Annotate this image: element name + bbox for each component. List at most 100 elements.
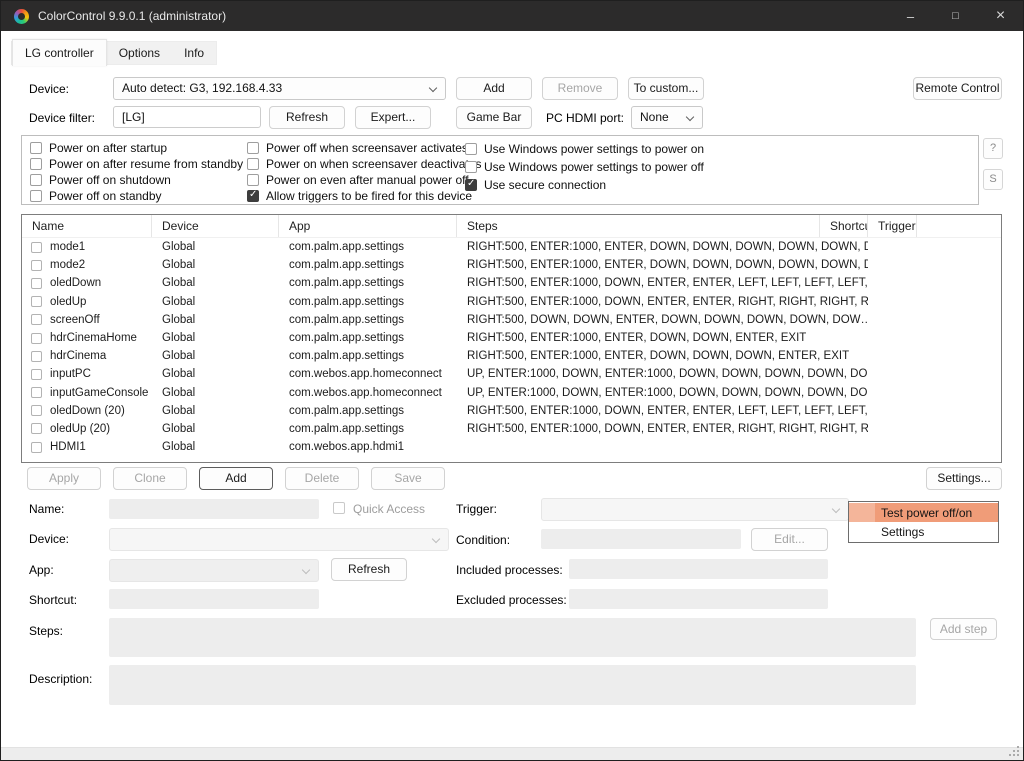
checkbox-label: Use secure connection bbox=[484, 178, 606, 192]
quick-access-checkbox[interactable] bbox=[333, 502, 345, 514]
expert-button[interactable]: Expert... bbox=[355, 106, 431, 129]
steps-textarea[interactable] bbox=[109, 618, 916, 657]
add-preset-button[interactable]: Add bbox=[199, 467, 273, 490]
minimize-button[interactable]: – bbox=[888, 1, 933, 31]
remove-device-button[interactable]: Remove bbox=[542, 77, 618, 100]
checkbox-unchecked[interactable] bbox=[465, 161, 477, 173]
edit-condition-button[interactable]: Edit... bbox=[751, 528, 828, 551]
table-row[interactable]: hdrCinemaHomeGlobalcom.palm.app.settings… bbox=[22, 329, 1001, 347]
refresh-apps-button[interactable]: Refresh bbox=[331, 558, 407, 581]
cell-device: Global bbox=[152, 405, 279, 417]
add-step-button[interactable]: Add step bbox=[930, 618, 997, 640]
table-row[interactable]: inputGameConsoleGlobalcom.webos.app.home… bbox=[22, 384, 1001, 402]
row-checkbox[interactable] bbox=[31, 405, 42, 416]
resize-grip-icon[interactable] bbox=[1017, 754, 1019, 756]
pc-hdmi-port-select[interactable]: None bbox=[631, 106, 703, 129]
checkbox-unchecked[interactable] bbox=[465, 143, 477, 155]
header-trigger[interactable]: Trigger bbox=[868, 215, 917, 237]
table-row[interactable]: mode2Globalcom.palm.app.settingsRIGHT:50… bbox=[22, 256, 1001, 274]
cell-device: Global bbox=[152, 350, 279, 362]
cell-steps: RIGHT:500, ENTER:1000, DOWN, ENTER, ENTE… bbox=[457, 423, 868, 435]
game-bar-button[interactable]: Game Bar bbox=[456, 106, 532, 129]
help-button[interactable]: ? bbox=[983, 138, 1003, 159]
to-custom-button[interactable]: To custom... bbox=[628, 77, 704, 100]
checkbox-unchecked[interactable] bbox=[30, 190, 42, 202]
name-input[interactable] bbox=[109, 499, 319, 519]
header-app[interactable]: App bbox=[279, 215, 457, 237]
row-checkbox[interactable] bbox=[31, 351, 42, 362]
row-checkbox[interactable] bbox=[31, 260, 42, 271]
menu-item[interactable]: Settings bbox=[849, 522, 998, 541]
table-row[interactable]: inputPCGlobalcom.webos.app.homeconnectUP… bbox=[22, 365, 1001, 383]
action-buttons: Apply Clone Add Delete Save bbox=[27, 467, 445, 490]
checkbox-unchecked[interactable] bbox=[247, 142, 259, 154]
row-checkbox[interactable] bbox=[31, 278, 42, 289]
form-device-select[interactable] bbox=[109, 528, 449, 551]
row-checkbox[interactable] bbox=[31, 423, 42, 434]
power-option: Power on even after manual power off bbox=[247, 173, 465, 187]
checkbox-checked[interactable] bbox=[465, 179, 477, 191]
clone-preset-button[interactable]: Clone bbox=[113, 467, 187, 490]
tab-options[interactable]: Options bbox=[107, 42, 172, 64]
shortcut-input[interactable] bbox=[109, 589, 319, 609]
menu-item-label: Test power off/on bbox=[875, 506, 972, 520]
power-option: Use secure connection bbox=[465, 177, 865, 193]
cell-app: com.palm.app.settings bbox=[279, 350, 457, 362]
trigger-select[interactable] bbox=[541, 498, 849, 521]
row-checkbox[interactable] bbox=[31, 442, 42, 453]
app-select[interactable] bbox=[109, 559, 319, 582]
header-device[interactable]: Device bbox=[152, 215, 279, 237]
power-option: Use Windows power settings to power off bbox=[465, 159, 865, 175]
table-row[interactable]: oledDown (20)Globalcom.palm.app.settings… bbox=[22, 402, 1001, 420]
header-steps[interactable]: Steps bbox=[457, 215, 820, 237]
row-checkbox[interactable] bbox=[31, 333, 42, 344]
cell-device: Global bbox=[152, 277, 279, 289]
s-button[interactable]: S bbox=[983, 169, 1003, 190]
included-processes-input[interactable] bbox=[569, 559, 828, 579]
description-textarea[interactable] bbox=[109, 665, 916, 705]
checkbox-unchecked[interactable] bbox=[30, 142, 42, 154]
row-checkbox[interactable] bbox=[31, 242, 42, 253]
cell-steps: UP, ENTER:1000, DOWN, ENTER:1000, DOWN, … bbox=[457, 387, 868, 399]
power-option: Allow triggers to be fired for this devi… bbox=[247, 189, 465, 203]
row-checkbox[interactable] bbox=[31, 369, 42, 380]
tab-info[interactable]: Info bbox=[172, 42, 216, 64]
delete-preset-button[interactable]: Delete bbox=[285, 467, 359, 490]
device-select[interactable]: Auto detect: G3, 192.168.4.33 bbox=[113, 77, 446, 100]
table-row[interactable]: oledUp (20)Globalcom.palm.app.settingsRI… bbox=[22, 420, 1001, 438]
header-shortcut[interactable]: Shortcut bbox=[820, 215, 868, 237]
device-filter-input[interactable]: [LG] bbox=[113, 106, 261, 128]
table-row[interactable]: oledUpGlobalcom.palm.app.settingsRIGHT:5… bbox=[22, 293, 1001, 311]
table-row[interactable]: HDMI1Globalcom.webos.app.hdmi1 bbox=[22, 438, 1001, 456]
excluded-processes-input[interactable] bbox=[569, 589, 828, 609]
tab-lg-controller[interactable]: LG controller bbox=[12, 39, 107, 66]
context-menu: Test power off/on Settings bbox=[848, 501, 999, 543]
cell-name: oledUp (20) bbox=[22, 423, 152, 435]
checkbox-unchecked[interactable] bbox=[30, 158, 42, 170]
table-row[interactable]: hdrCinemaGlobalcom.palm.app.settingsRIGH… bbox=[22, 347, 1001, 365]
remote-control-button[interactable]: Remote Control bbox=[913, 77, 1002, 100]
checkbox-unchecked[interactable] bbox=[247, 174, 259, 186]
table-row[interactable]: screenOffGlobalcom.palm.app.settingsRIGH… bbox=[22, 311, 1001, 329]
close-button[interactable]: × bbox=[978, 1, 1023, 31]
settings-button[interactable]: Settings... bbox=[926, 467, 1002, 490]
checkbox-unchecked[interactable] bbox=[30, 174, 42, 186]
refresh-devices-button[interactable]: Refresh bbox=[269, 106, 345, 129]
row-checkbox[interactable] bbox=[31, 387, 42, 398]
row-checkbox[interactable] bbox=[31, 314, 42, 325]
checkbox-label: Use Windows power settings to power on bbox=[484, 142, 704, 156]
maximize-button[interactable]: □ bbox=[933, 1, 978, 31]
add-device-button[interactable]: Add bbox=[456, 77, 532, 100]
apply-preset-button[interactable]: Apply bbox=[27, 467, 101, 490]
menu-item[interactable]: Test power off/on bbox=[849, 503, 998, 522]
save-preset-button[interactable]: Save bbox=[371, 467, 445, 490]
condition-input[interactable] bbox=[541, 529, 741, 549]
table-row[interactable]: oledDownGlobalcom.palm.app.settingsRIGHT… bbox=[22, 274, 1001, 292]
cell-steps: RIGHT:500, ENTER:1000, DOWN, ENTER, ENTE… bbox=[457, 296, 868, 308]
table-header: Name Device App Steps Shortcut Trigger bbox=[22, 215, 1001, 238]
row-checkbox[interactable] bbox=[31, 296, 42, 307]
checkbox-unchecked[interactable] bbox=[247, 158, 259, 170]
header-name[interactable]: Name bbox=[22, 215, 152, 237]
checkbox-checked[interactable] bbox=[247, 190, 259, 202]
table-row[interactable]: mode1Globalcom.palm.app.settingsRIGHT:50… bbox=[22, 238, 1001, 256]
